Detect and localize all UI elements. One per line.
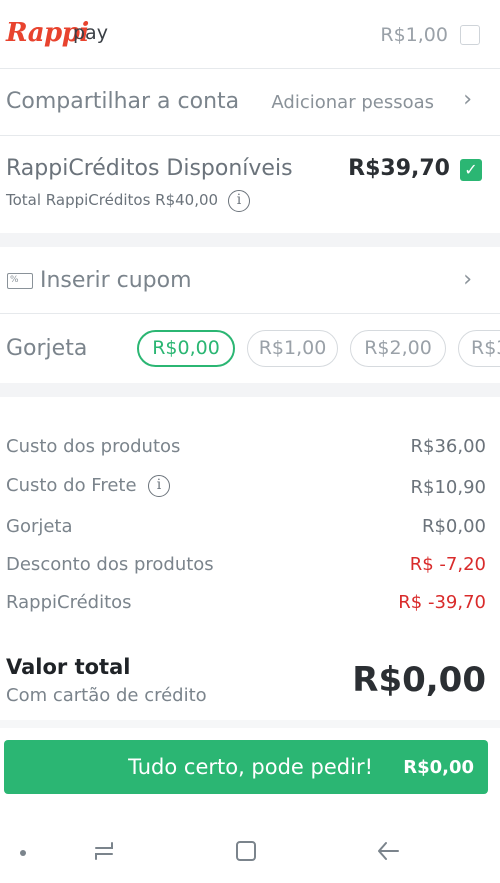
share-account-row[interactable]: Compartilhar a conta Adicionar pessoas ›	[0, 69, 500, 135]
system-navigation-bar	[0, 815, 500, 883]
recent-apps-icon[interactable]	[90, 837, 118, 865]
tip-option-1[interactable]: R$1,00	[247, 330, 338, 367]
summary-label-credits: RappiCréditos	[6, 592, 132, 613]
chevron-right-icon: ›	[463, 87, 472, 112]
coupon-label: Inserir cupom	[40, 268, 192, 293]
chevron-right-icon: ›	[463, 267, 472, 292]
rappi-credits-row: RappiCréditos Disponíveis R$39,70 ✓ Tota…	[0, 136, 500, 233]
place-order-button[interactable]: Tudo certo, pode pedir! R$0,00	[4, 740, 488, 794]
summary-value-shipping: R$10,90	[410, 477, 487, 498]
credits-checkbox[interactable]: ✓	[460, 159, 482, 181]
total-amount: R$0,00	[352, 660, 486, 700]
summary-label-discount: Desconto dos produtos	[6, 554, 214, 575]
credits-total-text: Total RappiCréditos R$40,00	[6, 191, 219, 209]
divider	[0, 313, 500, 314]
section-gap	[0, 233, 500, 247]
summary-value-tip: R$0,00	[421, 516, 486, 537]
section-gap	[0, 383, 500, 397]
summary-value-products: R$36,00	[410, 436, 487, 457]
rappi-pay-checkbox[interactable]	[460, 25, 480, 45]
home-square-icon[interactable]	[232, 837, 260, 865]
info-icon[interactable]: i	[228, 190, 250, 212]
rappi-pay-amount: R$1,00	[380, 24, 448, 46]
shipping-info-icon[interactable]: i	[148, 475, 170, 497]
summary-label-shipping: Custo do Frete	[6, 475, 137, 496]
tip-option-0[interactable]: R$0,00	[137, 330, 235, 367]
credits-amount: R$39,70	[348, 156, 450, 181]
payment-method-text: Com cartão de crédito	[6, 685, 207, 706]
back-arrow-icon[interactable]	[374, 837, 402, 865]
summary-value-credits: R$ -39,70	[398, 592, 486, 613]
section-gap	[0, 720, 500, 728]
summary-label-products: Custo dos produtos	[6, 436, 181, 457]
add-people-link[interactable]: Adicionar pessoas	[271, 92, 434, 113]
dot-icon	[20, 850, 26, 856]
credits-title: RappiCréditos Disponíveis	[6, 156, 293, 181]
tip-option-3[interactable]: R$3	[458, 330, 500, 367]
tip-label: Gorjeta	[6, 336, 88, 361]
coupon-icon: %	[7, 273, 33, 289]
coupon-row[interactable]: % Inserir cupom ›	[0, 247, 500, 313]
tip-option-2[interactable]: R$2,00	[350, 330, 446, 367]
rappi-pay-row[interactable]: Rappi pay R$1,00	[0, 0, 500, 68]
place-order-label: Tudo certo, pode pedir!	[128, 755, 373, 779]
total-label: Valor total	[6, 655, 131, 679]
summary-label-tip: Gorjeta	[6, 516, 73, 537]
summary-value-discount: R$ -7,20	[409, 554, 486, 575]
place-order-amount: R$0,00	[403, 757, 474, 778]
rappi-pay-label: pay	[73, 22, 108, 44]
share-account-title: Compartilhar a conta	[6, 89, 240, 114]
